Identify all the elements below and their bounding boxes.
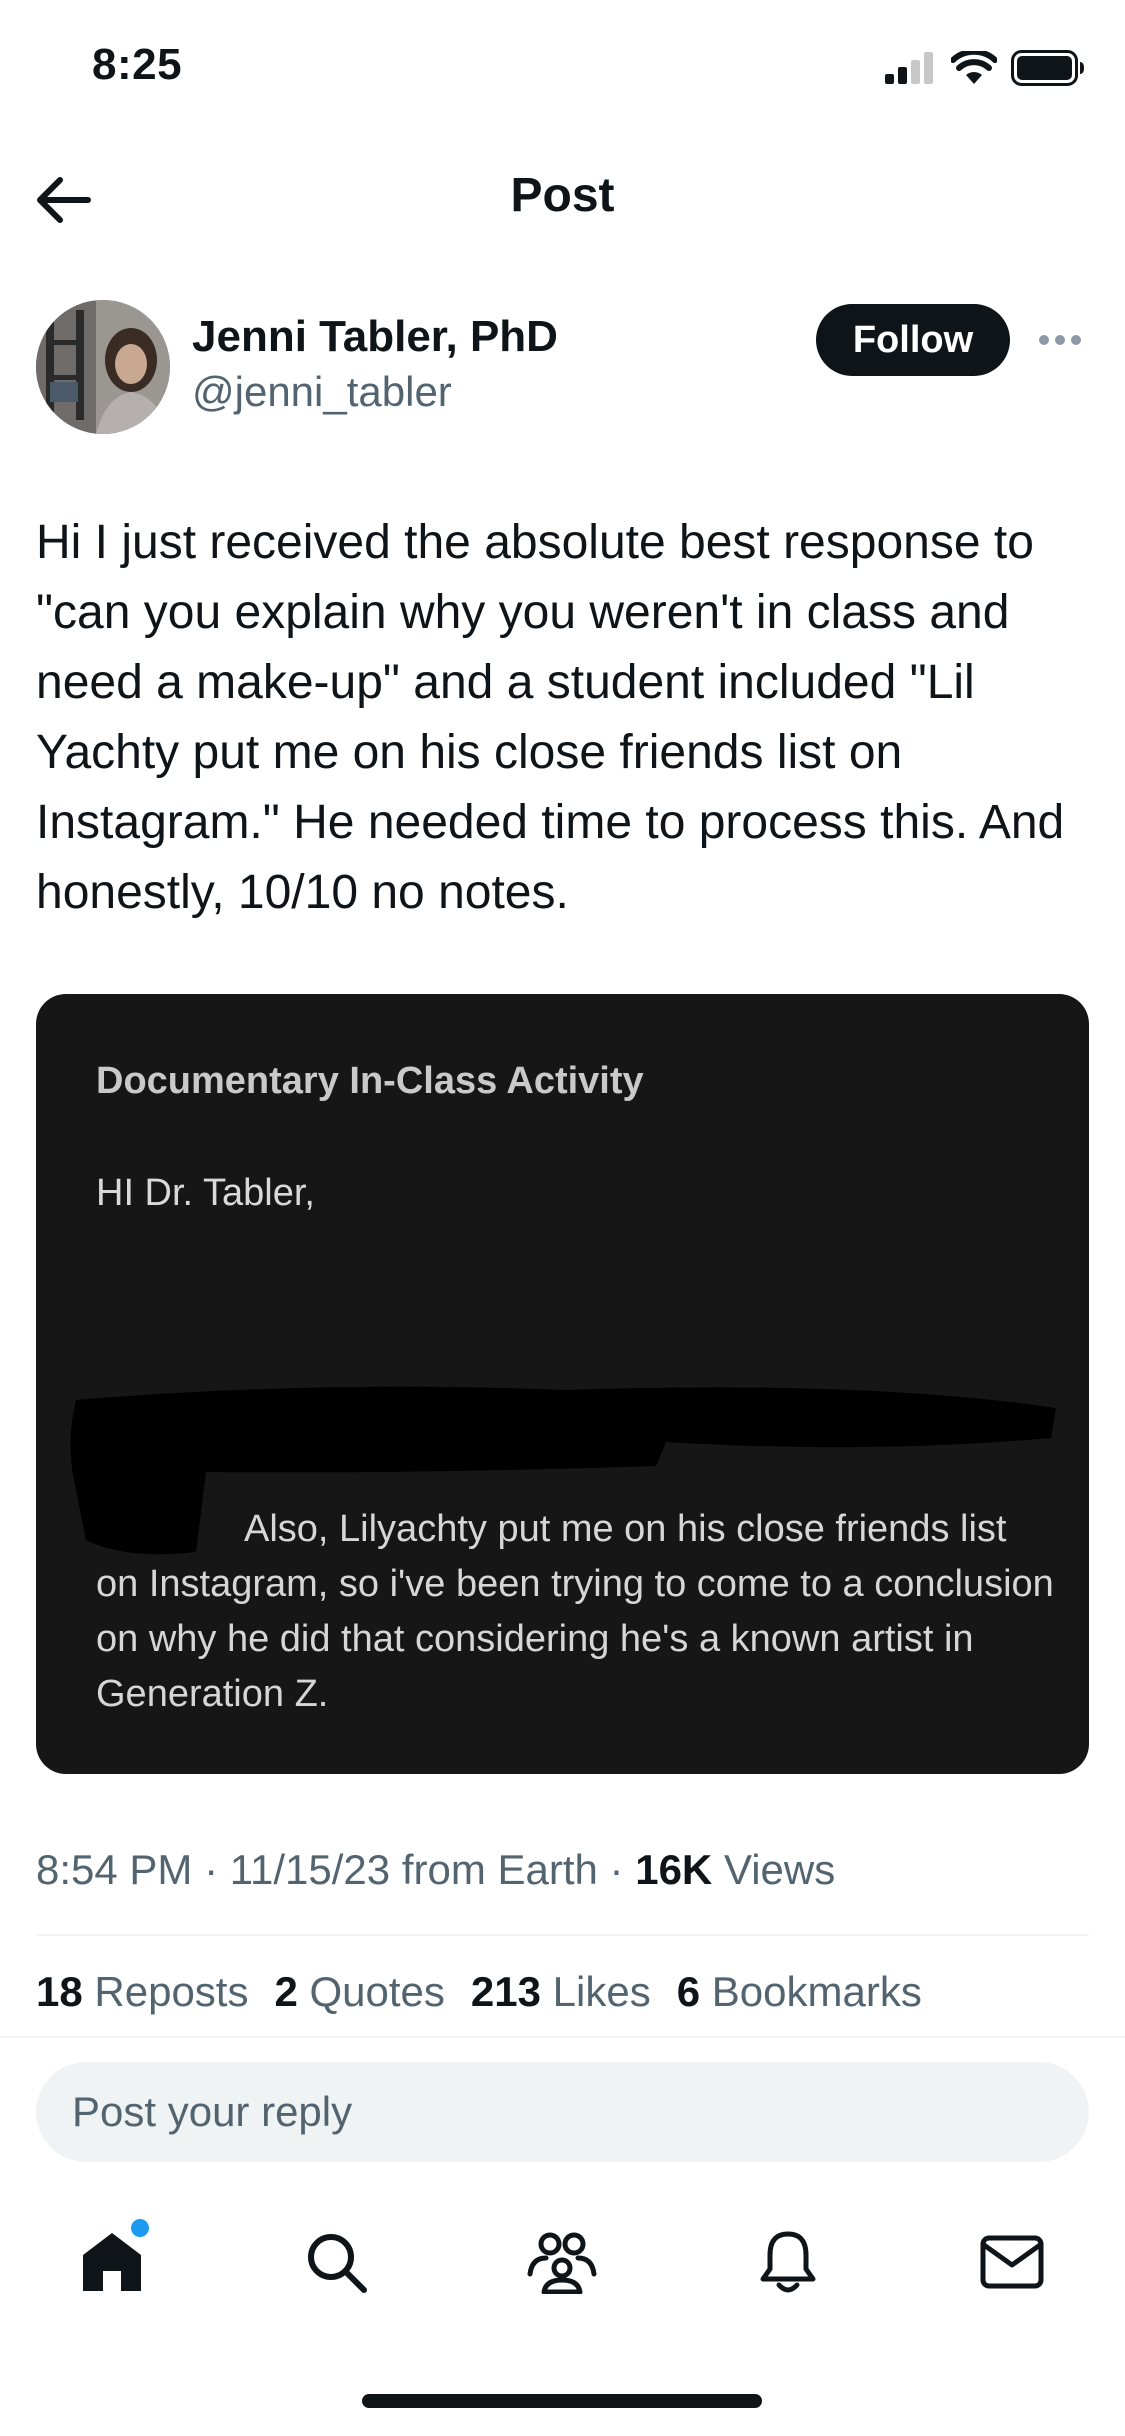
page-title: Post [510, 169, 615, 222]
battery-icon [1011, 50, 1084, 86]
search-icon [308, 2234, 367, 2293]
status-icons [885, 48, 1085, 88]
email-greeting: HI Dr. Tabler, [96, 1172, 315, 1214]
post-meta: 8:54 PM · 11/15/23 from Earth · 16K View… [36, 1846, 835, 1894]
views-count: 16K [635, 1846, 713, 1893]
messages-icon [980, 2235, 1044, 2289]
likes-stat[interactable]: 213 Likes [471, 1968, 651, 2016]
more-icon [1039, 335, 1081, 345]
back-button[interactable] [32, 168, 96, 232]
nav-search[interactable] [296, 2222, 376, 2302]
wifi-icon [951, 51, 997, 84]
reposts-stat[interactable]: 18 Reposts [36, 1968, 248, 2016]
email-body: Also, Lilyachty put me on his close frie… [96, 1508, 1054, 1715]
home-notification-dot [128, 2216, 152, 2240]
notifications-icon [760, 2231, 816, 2293]
nav-notifications[interactable] [748, 2222, 828, 2302]
more-options-button[interactable] [1030, 318, 1090, 362]
post-date: 11/15/23 [229, 1846, 391, 1893]
home-indicator[interactable] [362, 2394, 762, 2408]
reply-input[interactable] [36, 2062, 1089, 2162]
nav-communities[interactable] [522, 2222, 602, 2302]
signal-icon [885, 52, 933, 84]
divider [36, 1934, 1089, 1936]
back-arrow-icon [37, 177, 91, 223]
post-text: Hi I just received the absolute best res… [36, 516, 1065, 919]
email-subject: Documentary In-Class Activity [96, 1060, 644, 1102]
bookmarks-stat[interactable]: 6 Bookmarks [677, 1968, 922, 2016]
meta-separator: · [204, 1846, 219, 1893]
status-time: 8:25 [92, 40, 183, 89]
views-label[interactable]: Views [724, 1846, 835, 1893]
nav-messages[interactable] [972, 2222, 1052, 2302]
quotes-stat[interactable]: 2 Quotes [274, 1968, 444, 2016]
author-name[interactable]: Jenni Tabler, PhD [192, 312, 558, 362]
avatar-photo [36, 300, 170, 434]
avatar[interactable] [36, 300, 170, 434]
meta-separator: · [609, 1846, 624, 1893]
author-handle[interactable]: @jenni_tabler [192, 368, 452, 416]
post-source: from Earth [401, 1846, 598, 1893]
communities-icon [527, 2232, 597, 2294]
post-image[interactable]: Documentary In-Class Activity HI Dr. Tab… [36, 994, 1089, 1774]
follow-button[interactable]: Follow [816, 304, 1010, 376]
post-time: 8:54 PM [36, 1846, 193, 1893]
stats-row: 18 Reposts 2 Quotes 213 Likes 6 Bookmark… [36, 1968, 922, 2016]
divider [0, 2036, 1125, 2038]
